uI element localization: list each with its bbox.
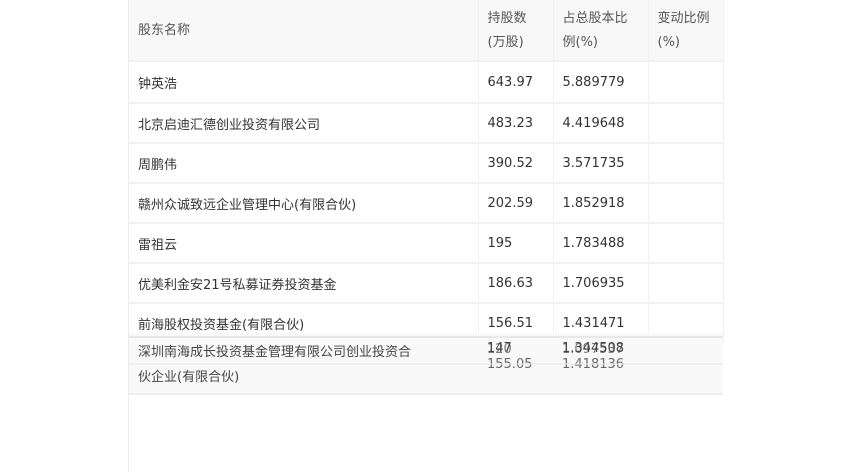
cell-change [648, 223, 724, 264]
table-row: 赣州众诚致远企业管理中心(有限合伙) 202.59 1.852918 [129, 183, 724, 224]
cell-change [648, 263, 724, 304]
cell-change [648, 143, 724, 184]
overlapping-rows: 深圳南海成长投资基金管理有限公司创业投资合 伙企业(有限合伙) 147 120 … [129, 333, 723, 395]
cell-change [648, 61, 724, 104]
cell-name: 钟英浩 [129, 61, 479, 104]
cell-name: 赣州众诚致远企业管理中心(有限合伙) [129, 183, 479, 224]
cell-shares: 643.97 [478, 61, 554, 104]
shareholder-table-panel: 股东名称 持股数(万股) 占总股本比例(%) 变动比例(%) 钟英浩 643.9… [128, 0, 724, 472]
cell-shares: 186.63 [478, 263, 554, 304]
cell-change [648, 103, 724, 144]
cell-ratio: 1.852918 [553, 183, 649, 224]
cell-ratio: 1.706935 [553, 263, 649, 304]
cell-ratio: 4.419648 [553, 103, 649, 144]
header-name: 股东名称 [129, 0, 479, 62]
header-shares: 持股数(万股) [478, 0, 554, 62]
cell-ratio: 3.571735 [553, 143, 649, 184]
table-row: 钟英浩 643.97 5.889779 [129, 61, 724, 104]
cell-ratio: 1.783488 [553, 223, 649, 264]
cell-shares: 390.52 [478, 143, 554, 184]
header-ratio: 占总股本比例(%) [553, 0, 649, 62]
cell-ratio: 5.889779 [553, 61, 649, 104]
row-divider [129, 363, 723, 365]
cell-name: 优美利金安21号私募证券投资基金 [129, 263, 479, 304]
cell-shares: 195 [478, 223, 554, 264]
table-row: 优美利金安21号私募证券投资基金 186.63 1.706935 [129, 263, 724, 304]
overlap-name-line1: 深圳南海成长投资基金管理有限公司创业投资合 [138, 345, 412, 360]
table-row: 周鹏伟 390.52 3.571735 [129, 143, 724, 184]
cell-change [648, 183, 724, 224]
table-row: 雷祖云 195 1.783488 [129, 223, 724, 264]
shareholder-table: 股东名称 持股数(万股) 占总股本比例(%) 变动比例(%) 钟英浩 643.9… [129, 0, 724, 344]
table-row: 北京启迪汇德创业投资有限公司 483.23 4.419648 [129, 103, 724, 144]
overlap-name-line2: 伙企业(有限合伙) [138, 370, 240, 385]
row-divider [129, 336, 723, 338]
header-change: 变动比例(%) [648, 0, 724, 62]
cell-name: 雷祖云 [129, 223, 479, 264]
cell-name: 周鹏伟 [129, 143, 479, 184]
overlap-ratio-b: 1.097537 [562, 342, 625, 357]
table-header-row: 股东名称 持股数(万股) 占总股本比例(%) 变动比例(%) [129, 0, 724, 62]
cell-name: 北京启迪汇德创业投资有限公司 [129, 103, 479, 144]
cell-shares: 202.59 [478, 183, 554, 224]
cell-shares: 483.23 [478, 103, 554, 144]
overlap-shares-b: 120 [487, 342, 512, 357]
